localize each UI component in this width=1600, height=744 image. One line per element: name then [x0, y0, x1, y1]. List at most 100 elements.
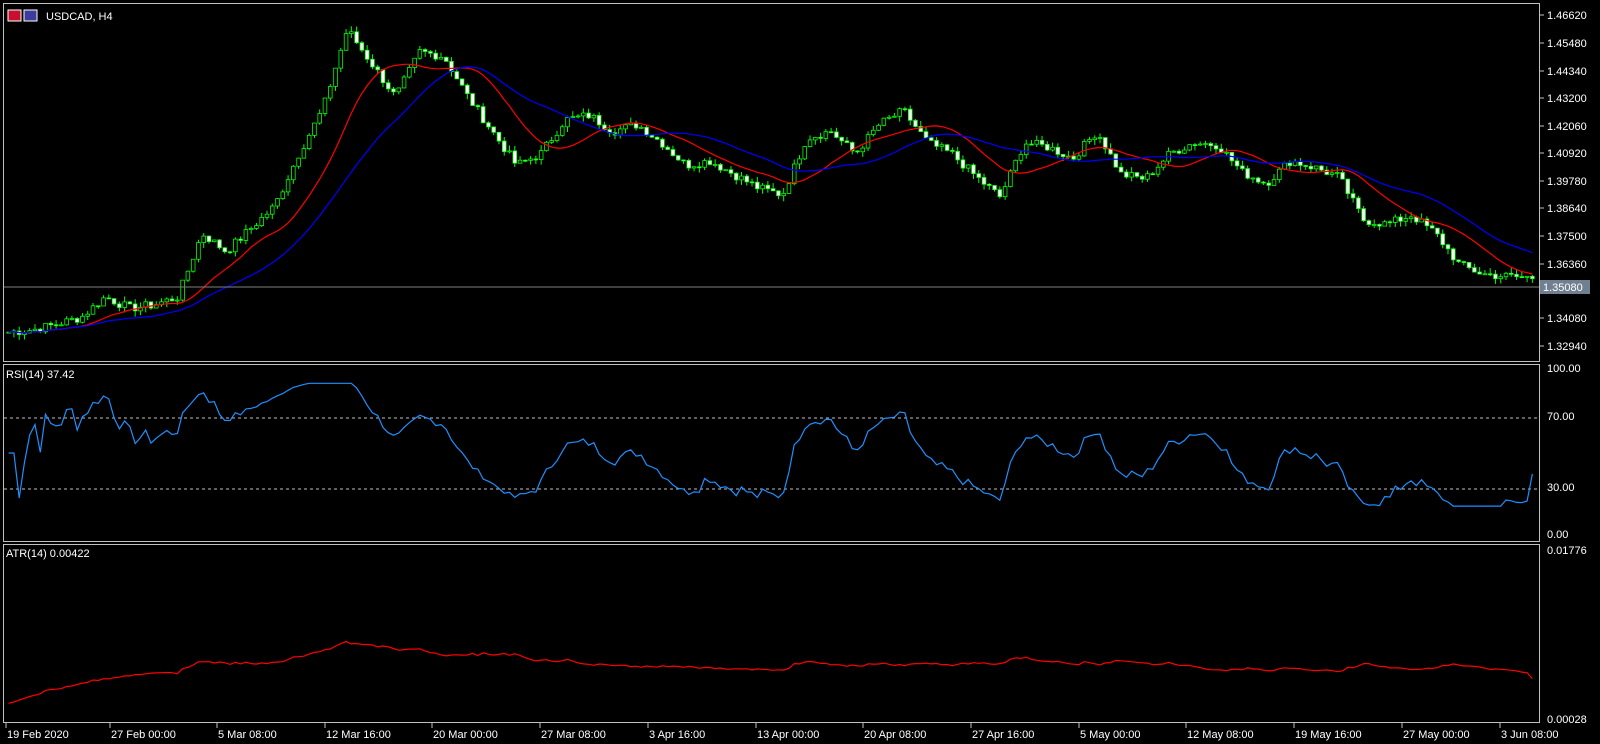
- candle-body: [1150, 173, 1155, 176]
- candle-body: [74, 318, 80, 323]
- flag-icon-cad: [23, 9, 38, 22]
- candle-body: [855, 150, 860, 153]
- trading-chart[interactable]: 1.46620 1.45480 1.44340 1.43200 1.42060 1.409…: [0, 0, 1600, 744]
- candle-body: [960, 159, 966, 169]
- candle-body: [1509, 272, 1514, 275]
- candle-body: [1261, 181, 1266, 184]
- price-tick-label: 1.45480: [1547, 38, 1587, 50]
- candle-body: [1071, 155, 1076, 160]
- candle-body: [1203, 143, 1208, 145]
- candle-body: [517, 159, 523, 164]
- candle-body: [90, 305, 96, 315]
- candle-body: [549, 140, 554, 143]
- candle-body: [201, 235, 206, 243]
- candle-body: [317, 113, 322, 124]
- candle-body: [1145, 173, 1150, 180]
- candle-body: [633, 122, 639, 129]
- candle-body: [1045, 144, 1050, 151]
- candle-body: [444, 56, 449, 62]
- candle-body: [501, 140, 507, 153]
- candle-body: [180, 279, 185, 301]
- candle-body: [681, 159, 686, 162]
- candle-body: [412, 57, 417, 68]
- candle-body: [1519, 276, 1525, 278]
- candle-body: [1451, 248, 1456, 261]
- candle-body: [190, 258, 196, 272]
- rsi-tick-label: 0.00: [1547, 529, 1568, 541]
- candle-body: [127, 301, 133, 305]
- candle-body: [1081, 141, 1087, 157]
- candle-body: [507, 150, 512, 153]
- candle-body: [1197, 143, 1203, 146]
- candle-body: [512, 150, 518, 164]
- candle-body: [565, 117, 570, 128]
- candle-body: [739, 175, 744, 181]
- candle-body: [886, 116, 892, 119]
- candle-body: [1266, 182, 1271, 186]
- candle-body: [971, 164, 976, 175]
- candle-body: [1303, 165, 1308, 167]
- candle-body: [1097, 137, 1103, 139]
- price-tick-label: 1.43200: [1547, 93, 1587, 105]
- candle-body: [1377, 224, 1382, 227]
- atr-line: [8, 640, 1533, 704]
- candle-body: [981, 177, 987, 185]
- candle-body: [712, 164, 718, 166]
- candle-body: [781, 193, 786, 197]
- price-tick-label: 1.37500: [1547, 231, 1587, 243]
- candle-body: [955, 150, 960, 161]
- candle-body: [860, 147, 866, 153]
- candle-body: [876, 124, 881, 131]
- candle-body: [1118, 166, 1124, 173]
- candle-body: [934, 140, 939, 147]
- candle-body: [1408, 216, 1414, 220]
- candle-body: [660, 138, 665, 148]
- candle-body: [222, 247, 228, 253]
- candle-body: [169, 298, 175, 302]
- candle-body: [1213, 145, 1219, 150]
- candle-body: [465, 84, 470, 94]
- candle-body: [243, 229, 249, 241]
- candle-body: [665, 146, 670, 150]
- candle-body: [1371, 224, 1377, 226]
- candle-body: [939, 144, 945, 147]
- candle-body: [839, 137, 844, 142]
- candle-body: [296, 157, 301, 167]
- rsi-tick-label: 100.00: [1547, 363, 1581, 375]
- candle-body: [354, 31, 359, 44]
- candle-body: [254, 225, 259, 229]
- candle-body: [1155, 166, 1161, 175]
- candle-body: [818, 136, 823, 139]
- price-tick-label: 1.34080: [1547, 313, 1587, 325]
- candle-body: [422, 49, 428, 52]
- candle-body: [897, 108, 902, 117]
- rsi-tick-label: 30.00: [1547, 482, 1575, 494]
- candle-body: [196, 242, 201, 260]
- candle-body: [1340, 172, 1345, 180]
- candle-body: [923, 131, 929, 139]
- candle-body: [649, 134, 655, 138]
- candle-body: [238, 238, 243, 241]
- candle-body: [328, 86, 333, 99]
- candle-body: [433, 52, 438, 60]
- candle-body: [1356, 197, 1361, 210]
- rsi-label: RSI(14) 37.42: [6, 369, 74, 381]
- candle-body: [285, 179, 291, 193]
- candle-body: [728, 169, 734, 174]
- candle-body: [944, 144, 950, 151]
- time-axis: 19 Feb 2020 27 Feb 00:00 5 Mar 08:00 12 Mar…: [5, 723, 1559, 741]
- atr-tick-label: 0.01776: [1547, 545, 1587, 557]
- candle-body: [1524, 275, 1530, 278]
- candle-body: [1187, 144, 1192, 151]
- candle-body: [1124, 171, 1129, 178]
- candle-body: [64, 318, 69, 326]
- time-tick-label: 13 Apr 00:00: [757, 729, 819, 741]
- time-tick-label: 3 Apr 16:00: [649, 729, 705, 741]
- candle-body: [813, 136, 818, 141]
- candle-body: [470, 93, 475, 106]
- candle-body: [1530, 275, 1535, 280]
- candle-body: [312, 122, 317, 136]
- candle-body: [1176, 150, 1182, 154]
- candle-body: [1250, 177, 1256, 180]
- candle-body: [1382, 221, 1387, 227]
